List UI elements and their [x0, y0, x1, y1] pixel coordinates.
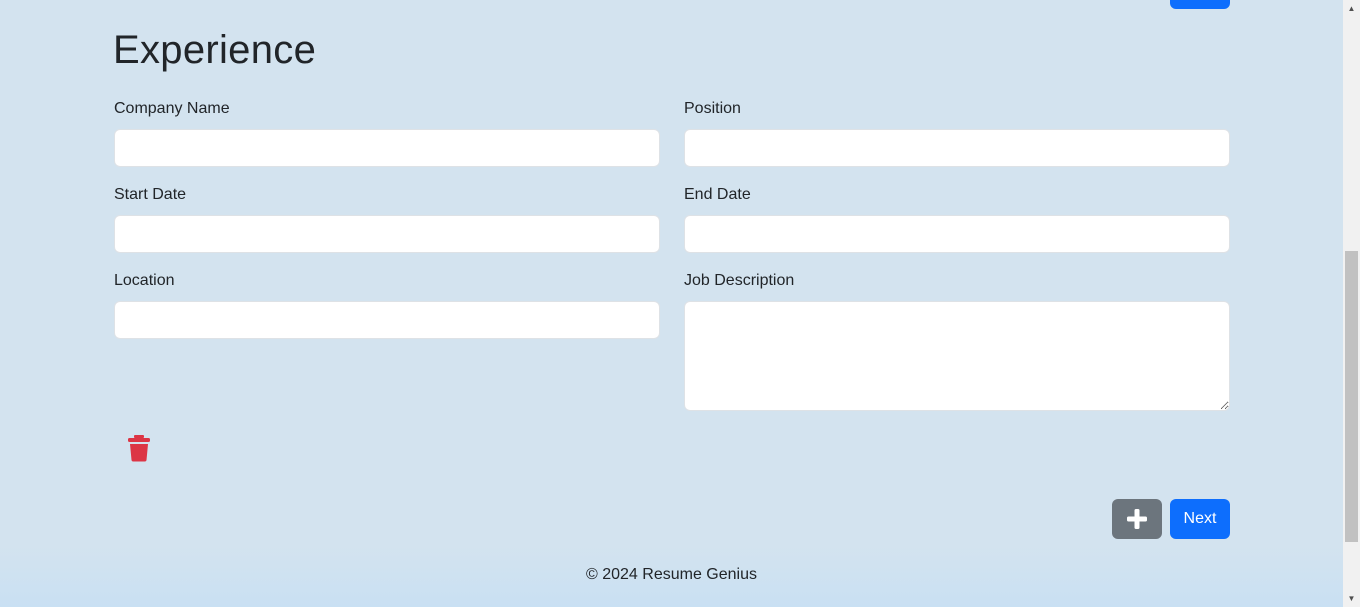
- job-description-textarea[interactable]: [684, 301, 1230, 411]
- previous-section-button[interactable]: [1170, 0, 1230, 9]
- scroll-down-arrow-icon[interactable]: ▼: [1343, 590, 1360, 607]
- position-label: Position: [684, 100, 741, 117]
- company-name-input[interactable]: [114, 129, 660, 167]
- add-experience-button[interactable]: [1112, 499, 1162, 539]
- job-description-label: Job Description: [684, 272, 795, 289]
- scrollbar-thumb[interactable]: [1345, 251, 1358, 542]
- end-date-input[interactable]: [684, 215, 1230, 253]
- start-date-label: Start Date: [114, 186, 187, 203]
- vertical-scrollbar[interactable]: ▲ ▼: [1343, 0, 1360, 607]
- start-date-input[interactable]: [114, 215, 660, 253]
- footer-copyright: © 2024 Resume Genius: [586, 566, 757, 583]
- position-input[interactable]: [684, 129, 1230, 167]
- delete-experience-button[interactable]: [127, 434, 151, 462]
- location-label: Location: [114, 272, 175, 289]
- plus-icon: [1127, 509, 1147, 529]
- section-title: Experience: [113, 28, 317, 72]
- location-input[interactable]: [114, 301, 660, 339]
- scroll-up-arrow-icon[interactable]: ▲: [1343, 0, 1360, 17]
- next-button[interactable]: Next: [1170, 499, 1230, 539]
- trash-icon: [128, 435, 150, 462]
- end-date-label: End Date: [684, 186, 751, 203]
- company-name-label: Company Name: [114, 100, 230, 117]
- page: Experience Company Name Position Start D…: [0, 0, 1343, 607]
